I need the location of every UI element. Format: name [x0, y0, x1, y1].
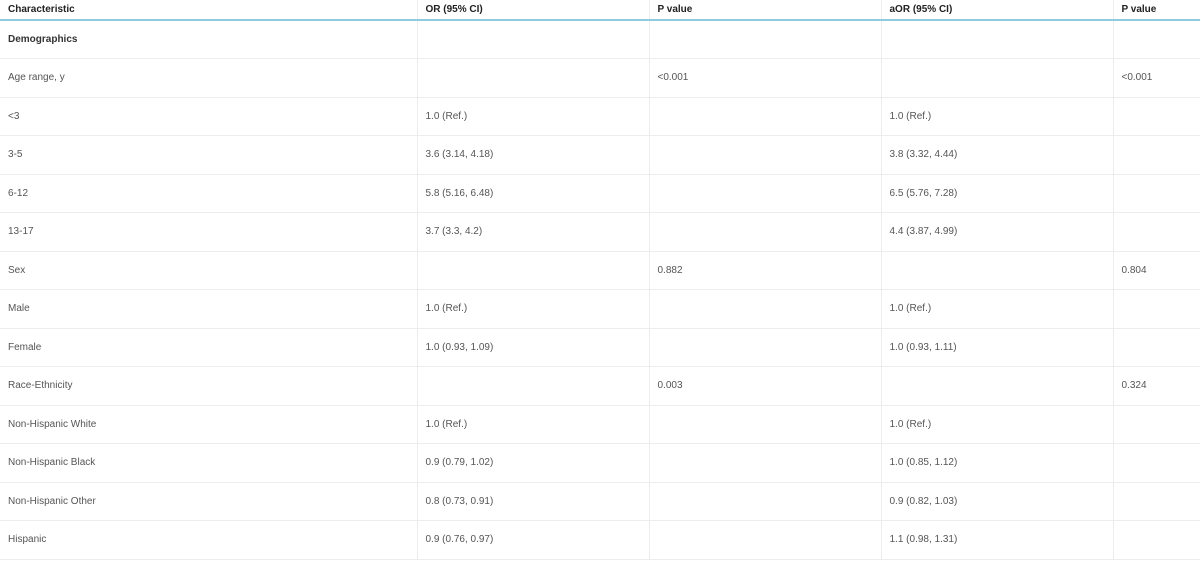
cell-p-value — [649, 482, 882, 521]
cell-characteristic: <3 — [0, 97, 418, 136]
cell-p-value — [649, 135, 882, 175]
cell-adjusted-p-value — [1113, 328, 1200, 367]
cell-or-ci — [417, 251, 650, 290]
table-row: Female 1.0 (0.93, 1.09) 1.0 (0.93, 1.11) — [0, 328, 1200, 367]
cell-characteristic: 3-5 — [0, 135, 418, 175]
cell-characteristic: Hispanic — [0, 520, 418, 560]
header-adjusted-p-value: P value — [1113, 0, 1200, 21]
table-row: Non-Hispanic White 1.0 (Ref.) 1.0 (Ref.) — [0, 405, 1200, 444]
cell-or-ci: 5.8 (5.16, 6.48) — [417, 174, 650, 213]
cell-characteristic: Demographics — [0, 20, 418, 59]
cell-adjusted-p-value — [1113, 97, 1200, 136]
cell-p-value — [649, 212, 882, 252]
header-characteristic: Characteristic — [0, 0, 418, 21]
cell-aor-ci — [881, 58, 1114, 98]
cell-aor-ci: 0.9 (0.82, 1.03) — [881, 482, 1114, 521]
cell-aor-ci: 1.0 (Ref.) — [881, 405, 1114, 444]
cell-aor-ci: 1.0 (Ref.) — [881, 289, 1114, 329]
cell-aor-ci: 1.1 (0.98, 1.31) — [881, 520, 1114, 560]
cell-aor-ci: 4.4 (3.87, 4.99) — [881, 212, 1114, 252]
cell-p-value — [649, 289, 882, 329]
cell-characteristic: 13-17 — [0, 212, 418, 252]
table-body: Demographics Age range, y <0.001 <0.001 <3 1.… — [0, 20, 1200, 560]
cell-characteristic: Non-Hispanic White — [0, 405, 418, 444]
cell-or-ci — [417, 58, 650, 98]
cell-adjusted-p-value — [1113, 482, 1200, 521]
header-aor-ci: aOR (95% CI) — [881, 0, 1114, 21]
cell-characteristic: 6-12 — [0, 174, 418, 213]
cell-adjusted-p-value: 0.804 — [1113, 251, 1200, 290]
table-row: 13-17 3.7 (3.3, 4.2) 4.4 (3.87, 4.99) — [0, 212, 1200, 252]
cell-adjusted-p-value: <0.001 — [1113, 58, 1200, 98]
cell-characteristic: Non-Hispanic Other — [0, 482, 418, 521]
cell-or-ci: 3.7 (3.3, 4.2) — [417, 212, 650, 252]
cell-characteristic: Race-Ethnicity — [0, 366, 418, 406]
header-row: Characteristic OR (95% CI) P value aOR (… — [0, 0, 1200, 21]
cell-aor-ci: 3.8 (3.32, 4.44) — [881, 135, 1114, 175]
cell-p-value: <0.001 — [649, 58, 882, 98]
cell-characteristic: Non-Hispanic Black — [0, 443, 418, 483]
cell-aor-ci — [881, 366, 1114, 406]
cell-p-value: 0.003 — [649, 366, 882, 406]
cell-aor-ci: 1.0 (0.93, 1.11) — [881, 328, 1114, 367]
cell-adjusted-p-value — [1113, 135, 1200, 175]
cell-p-value — [649, 328, 882, 367]
cell-adjusted-p-value — [1113, 20, 1200, 59]
cell-or-ci: 0.8 (0.73, 0.91) — [417, 482, 650, 521]
cell-or-ci: 1.0 (Ref.) — [417, 97, 650, 136]
table-row: Age range, y <0.001 <0.001 — [0, 58, 1200, 98]
cell-or-ci: 1.0 (Ref.) — [417, 405, 650, 444]
table-row: Hispanic 0.9 (0.76, 0.97) 1.1 (0.98, 1.31) — [0, 520, 1200, 560]
table-row: <3 1.0 (Ref.) 1.0 (Ref.) — [0, 97, 1200, 136]
header-p-value: P value — [649, 0, 882, 21]
cell-adjusted-p-value — [1113, 443, 1200, 483]
cell-characteristic: Sex — [0, 251, 418, 290]
cell-p-value — [649, 443, 882, 483]
table-row: 6-12 5.8 (5.16, 6.48) 6.5 (5.76, 7.28) — [0, 174, 1200, 213]
cell-adjusted-p-value — [1113, 289, 1200, 329]
cell-p-value — [649, 405, 882, 444]
cell-p-value — [649, 174, 882, 213]
cell-characteristic: Male — [0, 289, 418, 329]
cell-aor-ci: 6.5 (5.76, 7.28) — [881, 174, 1114, 213]
cell-or-ci: 3.6 (3.14, 4.18) — [417, 135, 650, 175]
table-row: Race-Ethnicity 0.003 0.324 — [0, 366, 1200, 406]
table-header: Characteristic OR (95% CI) P value aOR (… — [0, 0, 1200, 21]
cell-p-value — [649, 97, 882, 136]
cell-adjusted-p-value — [1113, 174, 1200, 213]
cell-aor-ci — [881, 251, 1114, 290]
header-or-ci: OR (95% CI) — [417, 0, 650, 21]
table-row: Male 1.0 (Ref.) 1.0 (Ref.) — [0, 289, 1200, 329]
cell-adjusted-p-value — [1113, 520, 1200, 560]
cell-adjusted-p-value — [1113, 212, 1200, 252]
table-row: Non-Hispanic Other 0.8 (0.73, 0.91) 0.9 (0… — [0, 482, 1200, 521]
cell-p-value — [649, 520, 882, 560]
cell-or-ci — [417, 366, 650, 406]
cell-adjusted-p-value: 0.324 — [1113, 366, 1200, 406]
table-row: Sex 0.882 0.804 — [0, 251, 1200, 290]
cell-or-ci: 0.9 (0.79, 1.02) — [417, 443, 650, 483]
results-table: Characteristic OR (95% CI) P value aOR (… — [0, 0, 1200, 560]
table-row: Non-Hispanic Black 0.9 (0.79, 1.02) 1.0 (0… — [0, 443, 1200, 483]
cell-aor-ci: 1.0 (Ref.) — [881, 97, 1114, 136]
table-row: 3-5 3.6 (3.14, 4.18) 3.8 (3.32, 4.44) — [0, 135, 1200, 175]
cell-or-ci: 1.0 (0.93, 1.09) — [417, 328, 650, 367]
section-row: Demographics — [0, 20, 1200, 59]
cell-p-value — [649, 20, 882, 59]
cell-adjusted-p-value — [1113, 405, 1200, 444]
cell-aor-ci — [881, 20, 1114, 59]
cell-characteristic: Female — [0, 328, 418, 367]
cell-or-ci: 1.0 (Ref.) — [417, 289, 650, 329]
cell-characteristic: Age range, y — [0, 58, 418, 98]
cell-p-value: 0.882 — [649, 251, 882, 290]
cell-or-ci — [417, 20, 650, 59]
cell-aor-ci: 1.0 (0.85, 1.12) — [881, 443, 1114, 483]
cell-or-ci: 0.9 (0.76, 0.97) — [417, 520, 650, 560]
